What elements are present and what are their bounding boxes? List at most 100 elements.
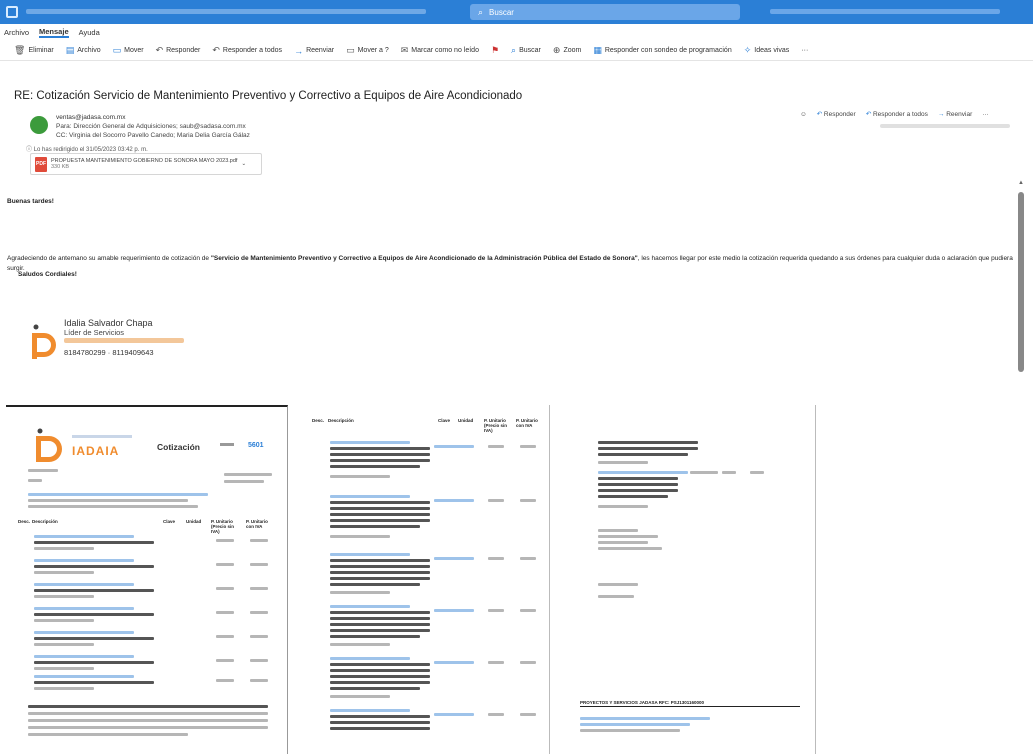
- mail-icon: ✉: [400, 45, 409, 55]
- ribbon-toolbar: 🗑 Eliminar ▤ Archivo ▭ Mover ↶ Responder ↶ Re…: [0, 41, 1033, 61]
- delete-button[interactable]: 🗑 Eliminar: [14, 45, 54, 56]
- table-row: [330, 583, 420, 586]
- reply-all-icon: ↶: [865, 111, 872, 118]
- table-row: [722, 471, 736, 474]
- attachment-card[interactable]: PDF PROPUESTA MANTENIMIENTO GOBIERNO DE …: [30, 153, 262, 175]
- table-row: [330, 643, 390, 646]
- table-row: [330, 623, 430, 626]
- reply-action[interactable]: ↶ Responder: [817, 110, 856, 118]
- avatar[interactable]: [30, 116, 48, 134]
- sender-address[interactable]: ventas@jadasa.com.mx: [56, 113, 250, 122]
- move-button[interactable]: ▭ Mover: [113, 45, 144, 56]
- move-to-button[interactable]: ▭ Mover a ?: [346, 45, 389, 56]
- table-row: [34, 643, 94, 646]
- doc-text-line: [598, 547, 662, 550]
- attachment-size: 330 KB: [51, 164, 70, 170]
- table-row: [330, 459, 430, 462]
- reply-all-action[interactable]: ↶ Responder a todos: [866, 110, 928, 118]
- tab-mensaje[interactable]: Mensaje: [39, 27, 69, 38]
- table-row: [34, 559, 134, 562]
- tab-ayuda[interactable]: Ayuda: [79, 28, 100, 37]
- table-row: [520, 557, 536, 560]
- table-row: [330, 605, 410, 608]
- table-row: [598, 471, 688, 474]
- sender-block: ventas@jadasa.com.mx Para: Dirección Gen…: [56, 113, 250, 140]
- table-row: [34, 631, 134, 634]
- reply-scheduling-poll-button[interactable]: ▦ Responder con sondeo de programación: [593, 45, 731, 56]
- body-closing: Saludos Cordiales!: [18, 271, 77, 278]
- recipients-cc: CC: Virginia del Socorro Pavello Canedo;…: [56, 132, 250, 139]
- table-header: P. Unitario con IVA: [246, 519, 268, 529]
- table-row: [330, 571, 430, 574]
- document-page-3: PROYECTOS Y SERVICIOS JADASA RFC: PSJ130…: [560, 405, 816, 754]
- table-row: [330, 513, 430, 516]
- doc-note-line: [28, 705, 268, 708]
- reply-all-button[interactable]: ↶ Responder a todos: [212, 45, 282, 56]
- table-row: [216, 679, 234, 682]
- zoom-button[interactable]: ⊕ Zoom: [553, 45, 581, 56]
- recipients-to: Para: Dirección General de Adquisiciones…: [56, 123, 246, 130]
- table-row: [330, 525, 420, 528]
- received-date-blurred: [880, 124, 1010, 128]
- flag-button[interactable]: ⚑: [491, 45, 499, 56]
- attachment-name: PROPUESTA MANTENIMIENTO GOBIERNO DE SONO…: [51, 158, 238, 164]
- zoom-icon: ⊕: [552, 45, 561, 55]
- table-row: [34, 607, 134, 610]
- doc-text-line: [28, 505, 198, 508]
- ideas-button[interactable]: ✧ Ideas vivas: [744, 45, 790, 56]
- doc-text-line: [598, 447, 698, 450]
- more-actions-button[interactable]: ···: [982, 111, 989, 118]
- search-ribbon-button[interactable]: ⌕ Buscar: [511, 45, 541, 56]
- forward-button[interactable]: → Reenviar: [294, 46, 334, 56]
- tab-archivo[interactable]: Archivo: [4, 28, 29, 37]
- table-row: [330, 447, 430, 450]
- app-icon: [6, 6, 18, 18]
- scrollbar-thumb[interactable]: [1018, 192, 1024, 372]
- table-row: [34, 595, 94, 598]
- doc-text-line: [28, 469, 58, 472]
- table-row: [330, 695, 390, 698]
- table-row: [250, 635, 268, 638]
- mark-unread-button[interactable]: ✉ Marcar como no leído: [401, 45, 479, 56]
- table-row: [434, 499, 474, 502]
- reply-button[interactable]: ↶ Responder: [156, 45, 201, 56]
- table-row: [330, 669, 430, 672]
- doc-text-line: [598, 489, 678, 492]
- doc-text-line: [598, 505, 648, 508]
- doc-text-line: [598, 453, 688, 456]
- table-row: [330, 591, 390, 594]
- table-row: [330, 635, 420, 638]
- table-row: [216, 611, 234, 614]
- forward-action[interactable]: → Reenviar: [938, 111, 972, 118]
- table-row: [690, 471, 718, 474]
- search-box[interactable]: ⌕ Buscar: [470, 4, 740, 20]
- table-row: [330, 657, 410, 660]
- archive-button[interactable]: ▤ Archivo: [66, 45, 101, 56]
- table-row: [250, 587, 268, 590]
- message-actions: ☺ ↶ Responder ↶ Responder a todos → Reen…: [800, 110, 989, 119]
- table-row: [330, 501, 430, 504]
- table-row: [34, 619, 94, 622]
- archive-icon: ▤: [65, 45, 75, 55]
- table-header: Clave: [438, 418, 451, 423]
- table-row: [330, 629, 430, 632]
- table-row: [520, 445, 536, 448]
- chevron-down-icon[interactable]: ⌄: [241, 161, 246, 167]
- body-greeting: Buenas tardes!: [7, 198, 54, 205]
- reading-pane-scrollbar[interactable]: ▲: [1017, 180, 1025, 385]
- table-row: [330, 519, 430, 522]
- forward-icon: →: [937, 110, 945, 118]
- emoji-react-icon[interactable]: ☺: [800, 111, 807, 118]
- table-row: [330, 495, 410, 498]
- title-bar: ⌕ Buscar: [0, 0, 1033, 24]
- document-page-2: Desc. Descripción Clave Unidad P. Unitar…: [298, 405, 550, 754]
- table-row: [216, 659, 234, 662]
- scroll-up-icon[interactable]: ▲: [1018, 180, 1024, 186]
- table-row: [434, 661, 474, 664]
- more-options-button[interactable]: ···: [801, 47, 808, 54]
- doc-text-line: [598, 541, 648, 544]
- table-row: [34, 589, 154, 592]
- table-row: [488, 499, 504, 502]
- table-row: [330, 535, 390, 538]
- table-row: [330, 475, 390, 478]
